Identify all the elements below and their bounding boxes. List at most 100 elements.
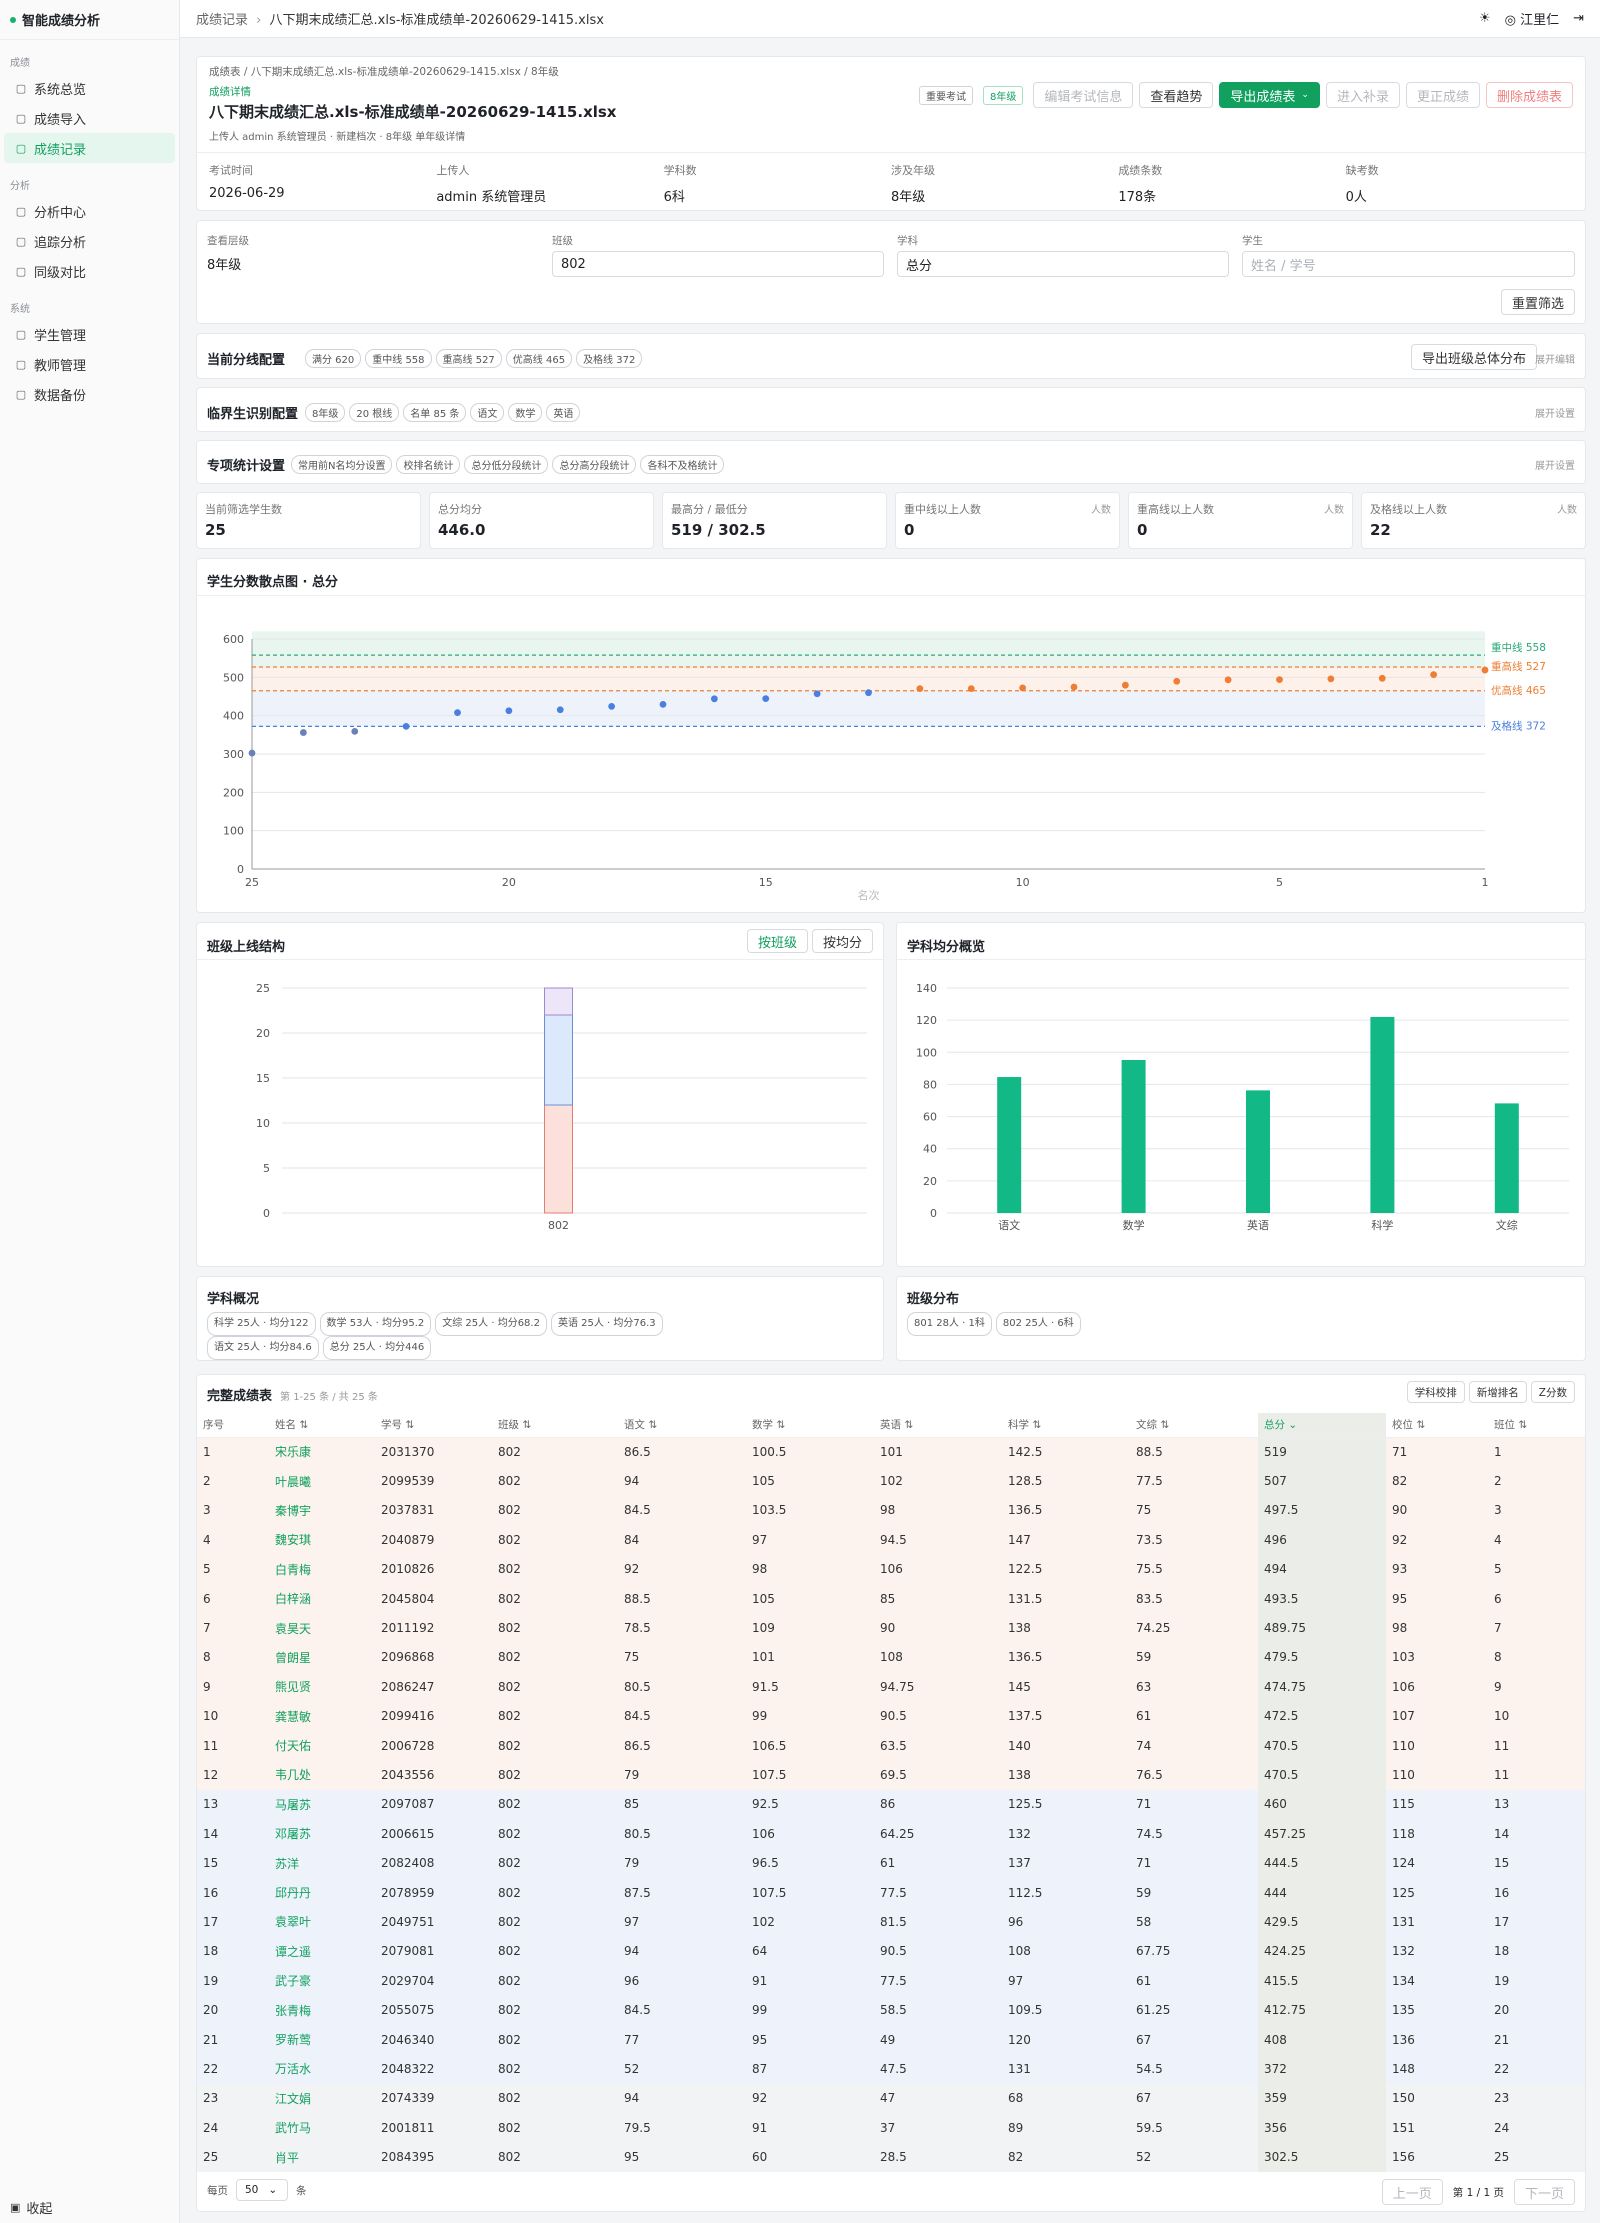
next-page-button[interactable]: 下一页: [1513, 2179, 1575, 2205]
table-row[interactable]: 19 武子豪 2029704 802 96 91 77.5 97 61 415.5 134 19: [197, 1966, 1585, 1996]
special-expand-link[interactable]: 展开设置: [1535, 457, 1575, 472]
column-header[interactable]: 校位 ⇅: [1386, 1413, 1488, 1438]
student-name-link[interactable]: 袁翠叶: [269, 1907, 375, 1937]
sidebar-item-database[interactable]: ▢ 数据备份: [4, 379, 175, 409]
table-row[interactable]: 1 宋乐康 2031370 802 86.5 100.5 101 142.5 88.5 519 71…: [197, 1437, 1585, 1467]
student-name-link[interactable]: 龚慧敏: [269, 1701, 375, 1731]
crumb-root[interactable]: 成绩记录: [196, 13, 248, 28]
table-row[interactable]: 5 白青梅 2010826 802 92 98 106 122.5 75.5 494 93 5: [197, 1554, 1585, 1584]
export-button[interactable]: 导出成绩表 ⌄: [1219, 82, 1320, 108]
column-header[interactable]: 总分 ⌄: [1258, 1413, 1386, 1438]
table-row[interactable]: 18 谭之遥 2079081 802 94 64 90.5 108 67.75 424.25 132…: [197, 1936, 1585, 1967]
table-row[interactable]: 23 江文娟 2074339 802 94 92 47 68 67 359 150 23: [197, 2083, 1585, 2113]
student-name-link[interactable]: 谭之遥: [269, 1936, 375, 1967]
column-header[interactable]: 学号 ⇅: [375, 1413, 492, 1438]
column-header[interactable]: 数学 ⇅: [746, 1413, 874, 1438]
column-header[interactable]: 语文 ⇅: [618, 1413, 746, 1438]
sidebar-item-teacher[interactable]: ▢ 教师管理: [4, 349, 175, 379]
by-average-toggle[interactable]: 按均分: [811, 929, 873, 953]
student-name-link[interactable]: 苏洋: [269, 1848, 375, 1878]
student-name-link[interactable]: 宋乐康: [269, 1437, 375, 1467]
table-action-button[interactable]: 新增排名: [1468, 1381, 1527, 1403]
table-row[interactable]: 25 肖平 2084395 802 95 60 28.5 82 52 302.5 156 25: [197, 2142, 1585, 2172]
table-row[interactable]: 3 秦博宇 2037831 802 84.5 103.5 98 136.5 75 497.5 90 3: [197, 1495, 1585, 1526]
student-name-link[interactable]: 马屠苏: [269, 1789, 375, 1820]
column-header[interactable]: 文综 ⇅: [1130, 1413, 1258, 1438]
student-name-link[interactable]: 邱丹丹: [269, 1877, 375, 1908]
scoreline-expand-link[interactable]: 展开编辑: [1535, 351, 1575, 366]
table-row[interactable]: 9 熊见贤 2086247 802 80.5 91.5 94.75 145 63 474.75 10…: [197, 1672, 1585, 1702]
sidebar-item-track[interactable]: ▢ 追踪分析: [4, 226, 175, 256]
column-header[interactable]: 班位 ⇅: [1488, 1413, 1585, 1438]
student-name-link[interactable]: 付天佑: [269, 1730, 375, 1761]
table-row[interactable]: 11 付天佑 2006728 802 86.5 106.5 63.5 140 74 470.5 11…: [197, 1730, 1585, 1761]
student-name-link[interactable]: 曾朗星: [269, 1642, 375, 1673]
table-row[interactable]: 4 魏安琪 2040879 802 84 97 94.5 147 73.5 496 92 4: [197, 1525, 1585, 1555]
student-name-link[interactable]: 白梓涵: [269, 1583, 375, 1614]
table-row[interactable]: 8 曾朗星 2096868 802 75 101 108 136.5 59 479.5 103 8: [197, 1642, 1585, 1673]
table-row[interactable]: 10 龚慧敏 2099416 802 84.5 99 90.5 137.5 61 472.5 107…: [197, 1701, 1585, 1731]
view-trend-button[interactable]: 查看趋势: [1139, 82, 1214, 108]
table-row[interactable]: 17 袁翠叶 2049751 802 97 102 81.5 96 58 429.5 131 17: [197, 1907, 1585, 1937]
student-name-link[interactable]: 肖平: [269, 2142, 375, 2172]
sidebar-item-compare[interactable]: ▢ 同级对比: [4, 256, 175, 286]
table-row[interactable]: 16 邱丹丹 2078959 802 87.5 107.5 77.5 112.5 59 444 12…: [197, 1877, 1585, 1908]
column-header[interactable]: 姓名 ⇅: [269, 1413, 375, 1438]
sidebar-item-dashboard[interactable]: ▢ 系统总览: [4, 73, 175, 103]
student-name-link[interactable]: 邓屠苏: [269, 1819, 375, 1849]
student-name-link[interactable]: 秦博宇: [269, 1495, 375, 1526]
sidebar-item-document[interactable]: ▢ 成绩记录: [4, 133, 175, 163]
student-name-link[interactable]: 武子豪: [269, 1966, 375, 1996]
sidebar-item-grid[interactable]: ▢ 分析中心: [4, 196, 175, 226]
student-name-link[interactable]: 白青梅: [269, 1554, 375, 1584]
user-menu[interactable]: ◎ 江里仁: [1505, 9, 1560, 28]
per-page-select[interactable]: 50 ⌄: [236, 2179, 288, 2201]
delete-button[interactable]: 删除成绩表: [1485, 82, 1573, 108]
logout-icon[interactable]: ⇥: [1573, 11, 1584, 26]
makeup-button[interactable]: 进入补录: [1325, 82, 1400, 108]
prev-page-button[interactable]: 上一页: [1381, 2179, 1443, 2205]
student-name-link[interactable]: 韦几处: [269, 1760, 375, 1790]
sidebar-item-users[interactable]: ▢ 学生管理: [4, 319, 175, 349]
export-distribution-button[interactable]: 导出班级总体分布: [1410, 344, 1537, 370]
table-action-button[interactable]: 学科校排: [1406, 1381, 1465, 1403]
by-class-toggle[interactable]: 按班级: [746, 929, 808, 953]
table-row[interactable]: 15 苏洋 2082408 802 79 96.5 61 137 71 444.5 124 15: [197, 1848, 1585, 1878]
theme-icon[interactable]: ☀: [1479, 11, 1491, 26]
table-row[interactable]: 14 邓屠苏 2006615 802 80.5 106 64.25 132 74.5 457.25…: [197, 1819, 1585, 1849]
column-header[interactable]: 英语 ⇅: [874, 1413, 1002, 1438]
student-name-link[interactable]: 武竹马: [269, 2112, 375, 2143]
column-header[interactable]: 序号: [197, 1413, 269, 1438]
sidebar-item-upload[interactable]: ▢ 成绩导入: [4, 103, 175, 133]
subject-select[interactable]: 总分: [897, 251, 1229, 277]
table-row[interactable]: 12 韦几处 2043556 802 79 107.5 69.5 138 76.5 470.5 11…: [197, 1760, 1585, 1790]
correct-button[interactable]: 更正成绩: [1405, 82, 1480, 108]
student-search-input[interactable]: 姓名 / 学号: [1242, 251, 1575, 277]
table-row[interactable]: 2 叶晨曦 2099539 802 94 105 102 128.5 77.5 507 82 2: [197, 1466, 1585, 1496]
table-row[interactable]: 7 袁昊天 2011192 802 78.5 109 90 138 74.25 489.75 98 7: [197, 1613, 1585, 1643]
grade-filter-value[interactable]: 8年级: [207, 254, 537, 273]
student-name-link[interactable]: 叶晨曦: [269, 1466, 375, 1496]
table-row[interactable]: 6 白梓涵 2045804 802 88.5 105 85 131.5 83.5 493.5 95 6: [197, 1583, 1585, 1614]
table-cell: 110: [1386, 1730, 1488, 1761]
edit-exam-button[interactable]: 编辑考试信息: [1033, 82, 1134, 108]
table-row[interactable]: 22 万活水 2048322 802 52 87 47.5 131 54.5 372 148 22: [197, 2054, 1585, 2084]
column-header[interactable]: 班级 ⇅: [492, 1413, 618, 1438]
student-name-link[interactable]: 张青梅: [269, 1995, 375, 2025]
table-action-button[interactable]: Z分数: [1530, 1381, 1575, 1403]
column-header[interactable]: 科学 ⇅: [1002, 1413, 1130, 1438]
student-name-link[interactable]: 魏安琪: [269, 1525, 375, 1555]
class-select[interactable]: 802: [552, 251, 884, 277]
student-name-link[interactable]: 罗新莺: [269, 2024, 375, 2055]
student-name-link[interactable]: 江文娟: [269, 2083, 375, 2113]
table-row[interactable]: 24 武竹马 2001811 802 79.5 91 37 89 59.5 356 151 24: [197, 2112, 1585, 2143]
student-name-link[interactable]: 万活水: [269, 2054, 375, 2084]
reset-filter-button[interactable]: 重置筛选: [1500, 289, 1575, 315]
table-row[interactable]: 13 马屠苏 2097087 802 85 92.5 86 125.5 71 460 115 13: [197, 1789, 1585, 1820]
student-name-link[interactable]: 熊见贤: [269, 1672, 375, 1702]
table-row[interactable]: 20 张青梅 2055075 802 84.5 99 58.5 109.5 61.25 412.7…: [197, 1995, 1585, 2025]
student-name-link[interactable]: 袁昊天: [269, 1613, 375, 1643]
critical-expand-link[interactable]: 展开设置: [1535, 405, 1575, 420]
collapse-button[interactable]: ▣ 收起: [10, 2198, 52, 2217]
table-row[interactable]: 21 罗新莺 2046340 802 77 95 49 120 67 408 136 21: [197, 2024, 1585, 2055]
